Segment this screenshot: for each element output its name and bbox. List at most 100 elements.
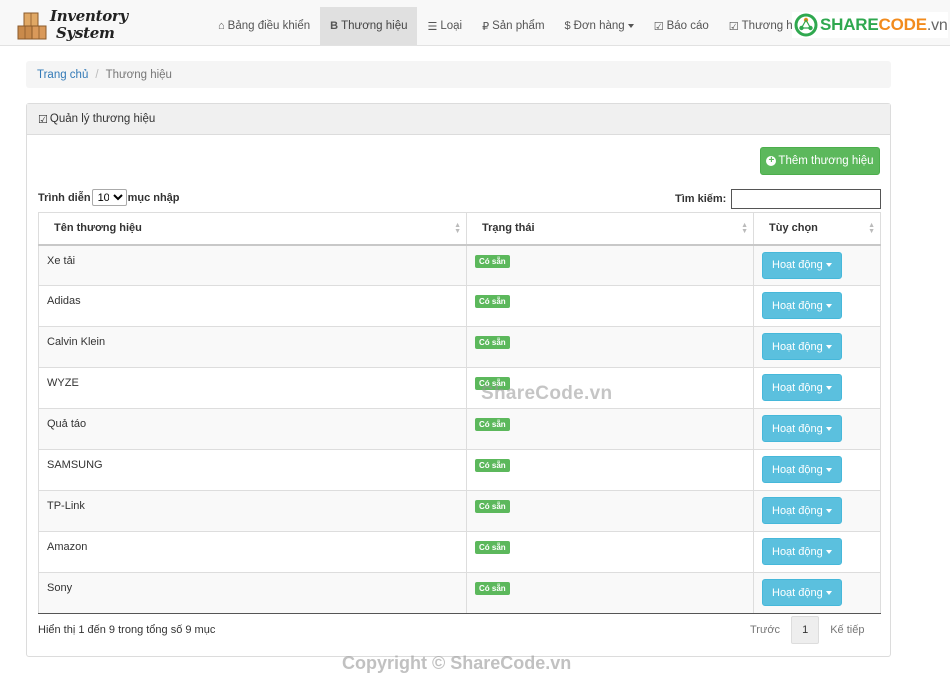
brand-logo[interactable]: Inventory System: [16, 4, 136, 44]
caret-down-icon: [627, 24, 634, 28]
status-cell: Có sẵn: [466, 572, 754, 614]
nav-item[interactable]: ₽ Sản phẩm: [472, 7, 554, 45]
action-button-label: Hoạt động: [772, 340, 823, 353]
brand-name-cell: Amazon: [38, 531, 467, 573]
table-row: Xe tải Có sẵn Hoạt động: [38, 244, 881, 286]
action-button-label: Hoạt động: [772, 504, 823, 517]
action-button-label: Hoạt động: [772, 545, 823, 558]
table-row: Quả táo Có sẵn Hoạt động: [38, 408, 881, 450]
search-input[interactable]: [731, 189, 882, 209]
boxes-logo-icon: [17, 12, 47, 40]
column-header-name[interactable]: Tên thương hiệu ▲ ▼: [38, 212, 467, 246]
column-label: Tùy chọn: [769, 222, 818, 235]
status-badge: Có sẵn: [475, 295, 510, 308]
edit-square-icon: ☑: [38, 113, 48, 126]
sharecode-logo-icon: [794, 13, 818, 37]
nav-item-label: Loại: [440, 20, 463, 32]
caret-down-icon: [825, 549, 832, 554]
caret-down-icon: [825, 344, 832, 349]
search-label: Tìm kiếm:: [675, 193, 727, 205]
status-cell: Có sẵn: [466, 285, 754, 327]
top-navbar: Inventory System ⌂ Bảng điều khiển B Thương…: [0, 0, 950, 46]
logo-vn: .vn: [926, 17, 948, 34]
caret-down-icon: [825, 385, 832, 390]
table-row: WYZE Có sẵn Hoạt động: [38, 367, 881, 409]
nav-item[interactable]: $ Đơn hàng: [555, 7, 644, 45]
table-row: Amazon Có sẵn Hoạt động: [38, 531, 881, 573]
table-row: Calvin Klein Có sẵn Hoạt động: [38, 326, 881, 368]
action-dropdown-button[interactable]: Hoạt động: [762, 251, 842, 279]
brand-name-cell: Adidas: [38, 285, 467, 327]
brand-name-cell: Sony: [38, 572, 467, 614]
caret-down-icon: [825, 263, 832, 267]
check-square-icon: ☑: [653, 20, 664, 33]
brand-line-1: Inventory: [50, 7, 128, 25]
caret-down-icon: [825, 467, 832, 472]
table-body: Xe tải Có sẵn Hoạt động Adidas Có sẵn Hoạt độ…: [38, 244, 881, 614]
breadcrumb: Trang chủ / Thương hiệu: [26, 61, 891, 88]
length-suffix: mục nhập: [127, 191, 180, 204]
status-badge: Có sẵn: [475, 582, 510, 595]
brand-name-cell: TP-Link: [38, 490, 467, 532]
action-dropdown-button[interactable]: Hoạt động: [762, 579, 842, 606]
ruble-icon: ₽: [482, 20, 490, 33]
breadcrumb-current: Thương hiệu: [105, 68, 172, 81]
entries-per-page-select[interactable]: 10: [91, 189, 127, 206]
breadcrumb-home-link[interactable]: Trang chủ: [37, 69, 88, 81]
action-button-label: Hoạt động: [772, 299, 823, 312]
status-cell: Có sẵn: [466, 449, 754, 491]
column-header-options[interactable]: Tùy chọn ▲ ▼: [753, 212, 881, 246]
list-icon: ☰: [427, 20, 438, 33]
nav-item[interactable]: B Thương hiệu: [320, 7, 418, 45]
action-dropdown-button[interactable]: Hoạt động: [762, 333, 842, 360]
table-row: SAMSUNG Có sẵn Hoạt động: [38, 449, 881, 491]
pagination: Trước 1 Kế tiếp: [739, 616, 875, 644]
brand-text: Inventory System: [50, 8, 128, 42]
options-cell: Hoạt động: [753, 449, 881, 491]
brand-line-2: System: [56, 24, 115, 42]
status-cell: Có sẵn: [466, 326, 754, 368]
caret-down-icon: [825, 508, 832, 513]
action-dropdown-button[interactable]: Hoạt động: [762, 415, 842, 442]
brand-management-panel: ☑ Quản lý thương hiệu + Thêm thương hiệu…: [26, 103, 891, 657]
options-cell: Hoạt động: [753, 408, 881, 450]
sharecode-watermark-logo: SHARECODE.vn: [792, 12, 948, 38]
status-badge: Có sẵn: [475, 254, 510, 268]
dollar-icon: $: [564, 20, 571, 32]
action-dropdown-button[interactable]: Hoạt động: [762, 456, 842, 483]
logo-share: SHARE: [820, 15, 879, 34]
nav-item-label: Báo cáo: [666, 20, 709, 32]
action-dropdown-button[interactable]: Hoạt động: [762, 374, 842, 401]
caret-down-icon: [825, 590, 832, 595]
length-prefix: Trình diễn: [38, 191, 91, 204]
options-cell: Hoạt động: [753, 244, 881, 286]
nav-item[interactable]: ☑ Báo cáo: [644, 7, 719, 45]
action-dropdown-button[interactable]: Hoạt động: [762, 292, 842, 319]
action-dropdown-button[interactable]: Hoạt động: [762, 538, 842, 565]
sharecode-logo-text: SHARECODE.vn: [820, 15, 948, 35]
column-label: Tên thương hiệu: [54, 222, 142, 235]
status-badge: Có sẵn: [475, 541, 510, 554]
pagination-page[interactable]: 1: [791, 616, 820, 644]
watermark-middle: ShareCode.vn: [481, 383, 613, 404]
brand-name-cell: Xe tải: [38, 244, 467, 286]
action-button-label: Hoạt động: [772, 259, 823, 271]
nav-item[interactable]: ☰ Loại: [417, 7, 472, 45]
pagination-next[interactable]: Kế tiếp: [819, 616, 875, 644]
logo-code: CODE: [878, 15, 928, 34]
nav-item[interactable]: ⌂ Bảng điều khiển: [208, 7, 320, 45]
action-button-label: Hoạt động: [772, 463, 823, 476]
brand-name-cell: Calvin Klein: [38, 326, 467, 368]
add-brand-label: Thêm thương hiệu: [778, 155, 874, 167]
add-brand-button[interactable]: + Thêm thương hiệu: [760, 147, 880, 175]
sort-icon: ▲ ▼: [741, 222, 748, 235]
options-cell: Hoạt động: [753, 572, 881, 614]
pagination-previous[interactable]: Trước: [739, 616, 791, 644]
action-dropdown-button[interactable]: Hoạt động: [762, 497, 842, 524]
search-control: Tìm kiếm:: [675, 189, 882, 209]
action-button-label: Hoạt động: [772, 422, 823, 435]
panel-title: Quản lý thương hiệu: [49, 113, 156, 125]
action-button-label: Hoạt động: [772, 586, 823, 599]
status-cell: Có sẵn: [466, 531, 754, 573]
column-header-status[interactable]: Trạng thái ▲ ▼: [466, 212, 754, 246]
